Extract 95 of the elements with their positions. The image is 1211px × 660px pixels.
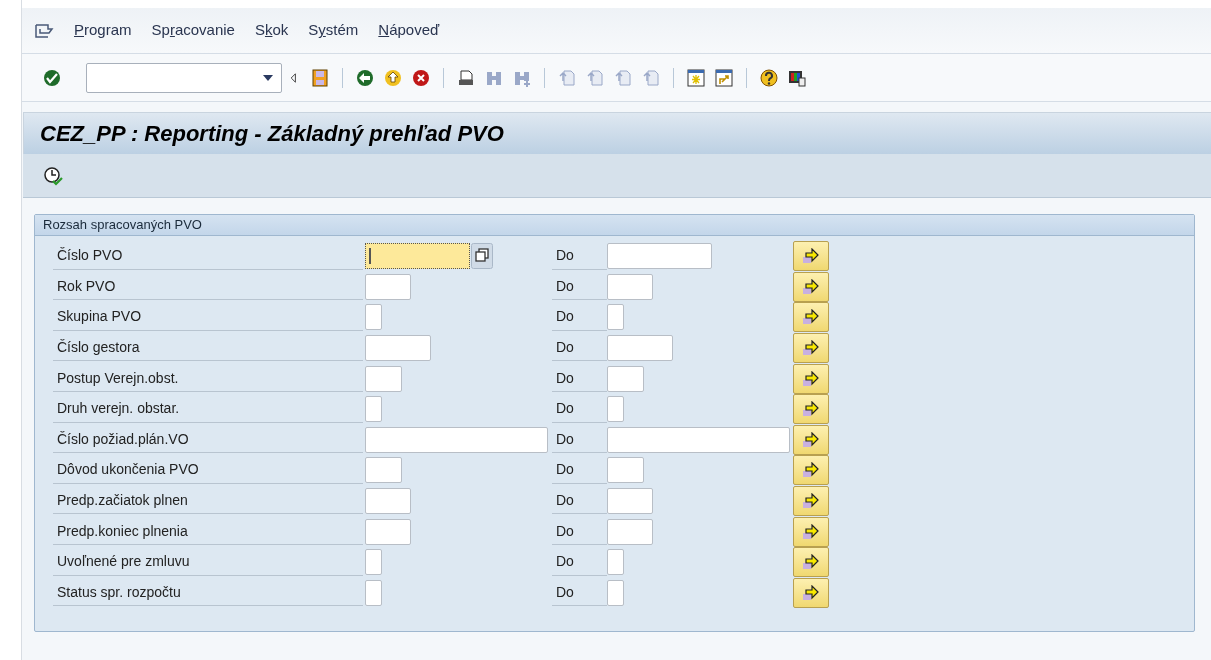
multiple-selection-button[interactable]	[793, 302, 829, 333]
command-field[interactable]	[86, 62, 282, 93]
from-input[interactable]	[365, 304, 382, 331]
arrow-right-icon	[802, 340, 820, 357]
print-icon[interactable]	[456, 67, 476, 88]
arrow-right-icon	[802, 462, 820, 479]
multiple-selection-button[interactable]	[793, 271, 829, 302]
enter-check-icon[interactable]	[42, 67, 62, 88]
field-label: Status spr. rozpočtu	[57, 582, 181, 602]
to-input[interactable]	[607, 579, 624, 606]
to-label: Do	[556, 552, 574, 572]
to-input[interactable]	[607, 396, 624, 423]
multiple-selection-button[interactable]	[793, 424, 829, 455]
to-label: Do	[556, 246, 574, 266]
multiple-selection-button[interactable]	[793, 486, 829, 517]
arrow-right-icon	[802, 554, 820, 571]
from-input[interactable]	[365, 243, 470, 270]
field-label: Číslo gestora	[57, 338, 140, 358]
to-input[interactable]	[607, 518, 653, 545]
menu-item[interactable]: Program	[74, 19, 132, 42]
from-input[interactable]	[365, 335, 431, 362]
from-input[interactable]	[365, 396, 382, 423]
arrow-right-icon	[802, 370, 820, 387]
multiple-selection-button[interactable]	[793, 363, 829, 394]
to-label: Do	[556, 491, 574, 511]
to-input[interactable]	[607, 304, 624, 331]
menu-item[interactable]: Skok	[254, 19, 289, 42]
to-label: Do	[556, 582, 574, 602]
to-label: Do	[556, 307, 574, 327]
from-input[interactable]	[365, 457, 402, 484]
to-input[interactable]	[607, 365, 644, 392]
arrow-right-icon	[802, 401, 820, 418]
execute-clock-icon[interactable]	[43, 165, 63, 186]
to-label: Do	[556, 521, 574, 541]
last-page-icon[interactable]	[641, 67, 661, 88]
from-input[interactable]	[365, 426, 548, 453]
from-input[interactable]	[365, 365, 402, 392]
first-page-icon[interactable]	[557, 67, 577, 88]
menu-item[interactable]: Spracovanie	[151, 19, 235, 42]
save-icon[interactable]	[310, 67, 330, 88]
arrow-right-icon	[802, 584, 820, 601]
field-label: Uvoľnené pre zmluvu	[57, 552, 190, 572]
multiple-selection-button[interactable]	[793, 333, 829, 364]
previous-page-icon[interactable]	[585, 67, 605, 88]
multiple-selection-button[interactable]	[793, 394, 829, 425]
to-label: Do	[556, 399, 574, 419]
arrow-right-icon	[802, 309, 820, 326]
to-label: Do	[556, 276, 574, 296]
dropdown-caret-icon[interactable]	[263, 74, 273, 81]
multiple-selection-button[interactable]	[793, 241, 829, 272]
field-label: Predp.začiatok plnen	[57, 491, 188, 511]
field-label: Skupina PVO	[57, 307, 142, 327]
to-label: Do	[556, 368, 574, 388]
new-window-icon[interactable]	[686, 67, 706, 88]
menu-item[interactable]: Nápoveď	[378, 19, 440, 42]
field-label: Číslo požiad.plán.VO	[57, 429, 189, 449]
screen-title: CEZ_PP : Reporting - Základný prehľad PVO	[40, 120, 504, 148]
to-label: Do	[556, 338, 574, 358]
field-label: Predp.koniec plnenia	[57, 521, 188, 541]
multiple-selection-button[interactable]	[793, 455, 829, 486]
from-input[interactable]	[365, 488, 411, 515]
to-label: Do	[556, 429, 574, 449]
arrow-right-icon	[802, 523, 820, 540]
from-input[interactable]	[365, 518, 411, 545]
multiple-selection-icon[interactable]	[471, 243, 493, 270]
to-input[interactable]	[607, 488, 653, 515]
to-input[interactable]	[607, 426, 790, 453]
multiple-selection-button[interactable]	[793, 547, 829, 578]
next-page-icon[interactable]	[613, 67, 633, 88]
from-input[interactable]	[365, 549, 382, 576]
multiple-selection-button[interactable]	[793, 516, 829, 547]
from-input[interactable]	[365, 579, 382, 606]
field-label: Postup Verejn.obst.	[57, 368, 179, 388]
group-title: Rozsah spracovaných PVO	[43, 216, 202, 235]
arrow-right-icon	[802, 278, 820, 295]
arrow-right-icon	[802, 493, 820, 510]
multiple-selection-button[interactable]	[793, 577, 829, 608]
to-input[interactable]	[607, 273, 653, 300]
cancel-icon[interactable]	[411, 67, 431, 88]
from-input[interactable]	[365, 273, 411, 300]
arrow-right-icon	[802, 431, 820, 448]
shortcut-window-icon[interactable]	[714, 67, 734, 88]
to-input[interactable]	[607, 335, 673, 362]
to-label: Do	[556, 460, 574, 480]
menu-item[interactable]: Systém	[308, 19, 359, 42]
field-label: Rok PVO	[57, 276, 116, 296]
field-label: Druh verejn. obstar.	[57, 399, 180, 419]
to-input[interactable]	[607, 549, 624, 576]
field-label: Číslo PVO	[57, 246, 123, 266]
menu-icon[interactable]	[34, 22, 54, 39]
arrow-right-icon	[802, 248, 820, 265]
to-input[interactable]	[607, 457, 644, 484]
help-icon[interactable]	[759, 67, 779, 88]
to-input[interactable]	[607, 243, 712, 270]
field-label: Dôvod ukončenia PVO	[57, 460, 199, 480]
